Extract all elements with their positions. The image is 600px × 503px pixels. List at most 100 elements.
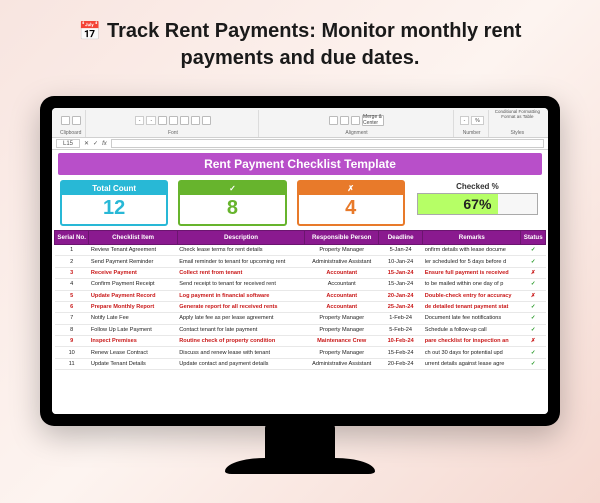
- table-row[interactable]: 2Send Payment ReminderEmail reminder to …: [55, 256, 546, 267]
- table-cell[interactable]: Renew Lease Contract: [89, 347, 177, 358]
- status-x-icon[interactable]: ✗: [521, 336, 546, 347]
- status-check-icon[interactable]: ✓: [521, 358, 546, 369]
- table-cell[interactable]: onfirm details with lease docume: [423, 245, 521, 256]
- table-cell[interactable]: ler scheduled for 5 days before d: [423, 256, 521, 267]
- align-center-icon[interactable]: [340, 116, 349, 125]
- table-cell[interactable]: Send receipt to tenant for received rent: [177, 279, 305, 290]
- fx-icon[interactable]: fx: [102, 141, 107, 147]
- worksheet[interactable]: Rent Payment Checklist Template Total Co…: [52, 150, 548, 414]
- table-cell[interactable]: Accountant: [305, 267, 379, 278]
- table-cell[interactable]: Apply late fee as per lease agreement: [177, 313, 305, 324]
- font-color-icon[interactable]: [202, 116, 211, 125]
- table-cell[interactable]: Property Manager: [305, 313, 379, 324]
- cancel-icon[interactable]: ✕: [84, 140, 89, 147]
- table-cell[interactable]: 10: [55, 347, 89, 358]
- table-cell[interactable]: 20-Feb-24: [379, 358, 423, 369]
- percent-button[interactable]: %: [471, 116, 483, 125]
- table-row[interactable]: 4Confirm Payment ReceiptSend receipt to …: [55, 279, 546, 290]
- table-cell[interactable]: Generate report for all received rents: [177, 301, 305, 312]
- align-left-icon[interactable]: [329, 116, 338, 125]
- table-cell[interactable]: Accountant: [305, 301, 379, 312]
- table-header-cell[interactable]: Checklist Item: [89, 231, 177, 245]
- table-header-cell[interactable]: Deadline: [379, 231, 423, 245]
- enter-icon[interactable]: ✓: [93, 140, 98, 147]
- name-box[interactable]: L15: [56, 139, 80, 148]
- underline-icon[interactable]: [180, 116, 189, 125]
- table-cell[interactable]: 15-Jan-24: [379, 279, 423, 290]
- table-cell[interactable]: Receive Payment: [89, 267, 177, 278]
- table-cell[interactable]: 7: [55, 313, 89, 324]
- table-cell[interactable]: Routine check of property condition: [177, 336, 305, 347]
- table-cell[interactable]: 5: [55, 290, 89, 301]
- table-cell[interactable]: Review Tenant Agreement: [89, 245, 177, 256]
- status-x-icon[interactable]: ✗: [521, 267, 546, 278]
- table-row[interactable]: 3Receive PaymentCollect rent from tenant…: [55, 267, 546, 278]
- table-cell[interactable]: Update Payment Record: [89, 290, 177, 301]
- table-row[interactable]: 6Prepare Monthly ReportGenerate report f…: [55, 301, 546, 312]
- table-cell[interactable]: Administrative Assistant: [305, 358, 379, 369]
- table-cell[interactable]: 20-Jan-24: [379, 290, 423, 301]
- table-row[interactable]: 5Update Payment RecordLog payment in fin…: [55, 290, 546, 301]
- table-cell[interactable]: 15-Feb-24: [379, 347, 423, 358]
- table-cell[interactable]: Property Manager: [305, 347, 379, 358]
- table-cell[interactable]: 1: [55, 245, 89, 256]
- status-check-icon[interactable]: ✓: [521, 313, 546, 324]
- table-header-cell[interactable]: Serial No.: [55, 231, 89, 245]
- table-header-cell[interactable]: Description: [177, 231, 305, 245]
- table-cell[interactable]: Email reminder to tenant for upcoming re…: [177, 256, 305, 267]
- table-cell[interactable]: Schedule a follow-up call: [423, 324, 521, 335]
- table-row[interactable]: 8Follow Up Late PaymentContact tenant fo…: [55, 324, 546, 335]
- table-cell[interactable]: 11: [55, 358, 89, 369]
- table-row[interactable]: 9Inspect PremisesRoutine check of proper…: [55, 336, 546, 347]
- table-cell[interactable]: Property Manager: [305, 324, 379, 335]
- table-cell[interactable]: 4: [55, 279, 89, 290]
- table-cell[interactable]: 15-Jan-24: [379, 267, 423, 278]
- italic-icon[interactable]: [169, 116, 178, 125]
- table-row[interactable]: 1Review Tenant AgreementCheck lease term…: [55, 245, 546, 256]
- paste-icon[interactable]: [61, 116, 70, 125]
- table-cell[interactable]: Prepare Monthly Report: [89, 301, 177, 312]
- table-cell[interactable]: ch out 30 days for potential upd: [423, 347, 521, 358]
- font-name-select[interactable]: -: [135, 116, 145, 125]
- status-check-icon[interactable]: ✓: [521, 245, 546, 256]
- table-row[interactable]: 7Notify Late FeeApply late fee as per le…: [55, 313, 546, 324]
- table-cell[interactable]: Administrative Assistant: [305, 256, 379, 267]
- table-cell[interactable]: 1-Feb-24: [379, 313, 423, 324]
- table-cell[interactable]: 10-Feb-24: [379, 336, 423, 347]
- table-row[interactable]: 10Renew Lease ContractDiscuss and renew …: [55, 347, 546, 358]
- table-cell[interactable]: Check lease terms for rent details: [177, 245, 305, 256]
- format-as-table-button[interactable]: Format as Table: [501, 115, 533, 120]
- table-cell[interactable]: Send Payment Reminder: [89, 256, 177, 267]
- table-cell[interactable]: Update Tenant Details: [89, 358, 177, 369]
- table-cell[interactable]: 2: [55, 256, 89, 267]
- table-cell[interactable]: de detailed tenant payment stat: [423, 301, 521, 312]
- table-header-cell[interactable]: Status: [521, 231, 546, 245]
- table-cell[interactable]: Double-check entry for accuracy: [423, 290, 521, 301]
- formula-input[interactable]: [111, 139, 544, 148]
- table-cell[interactable]: Maintenance Crew: [305, 336, 379, 347]
- status-check-icon[interactable]: ✓: [521, 256, 546, 267]
- table-cell[interactable]: 9: [55, 336, 89, 347]
- status-x-icon[interactable]: ✗: [521, 290, 546, 301]
- table-cell[interactable]: urrent details against lease agre: [423, 358, 521, 369]
- table-cell[interactable]: pare checklist for inspection an: [423, 336, 521, 347]
- cut-icon[interactable]: [72, 116, 81, 125]
- status-check-icon[interactable]: ✓: [521, 324, 546, 335]
- table-cell[interactable]: Follow Up Late Payment: [89, 324, 177, 335]
- number-format-select[interactable]: -: [460, 116, 470, 125]
- checklist-table[interactable]: Serial No.Checklist ItemDescriptionRespo…: [54, 230, 546, 370]
- table-cell[interactable]: Property Manager: [305, 245, 379, 256]
- table-cell[interactable]: 5-Jan-24: [379, 245, 423, 256]
- status-check-icon[interactable]: ✓: [521, 347, 546, 358]
- table-cell[interactable]: Ensure full payment is received: [423, 267, 521, 278]
- table-cell[interactable]: Contact tenant for late payment: [177, 324, 305, 335]
- table-cell[interactable]: Inspect Premises: [89, 336, 177, 347]
- table-row[interactable]: 11Update Tenant DetailsUpdate contact an…: [55, 358, 546, 369]
- font-size-select[interactable]: -: [146, 116, 156, 125]
- table-cell[interactable]: 10-Jan-24: [379, 256, 423, 267]
- align-right-icon[interactable]: [351, 116, 360, 125]
- table-cell[interactable]: 25-Jan-24: [379, 301, 423, 312]
- table-cell[interactable]: 6: [55, 301, 89, 312]
- table-cell[interactable]: Document late fee notifications: [423, 313, 521, 324]
- table-cell[interactable]: 5-Feb-24: [379, 324, 423, 335]
